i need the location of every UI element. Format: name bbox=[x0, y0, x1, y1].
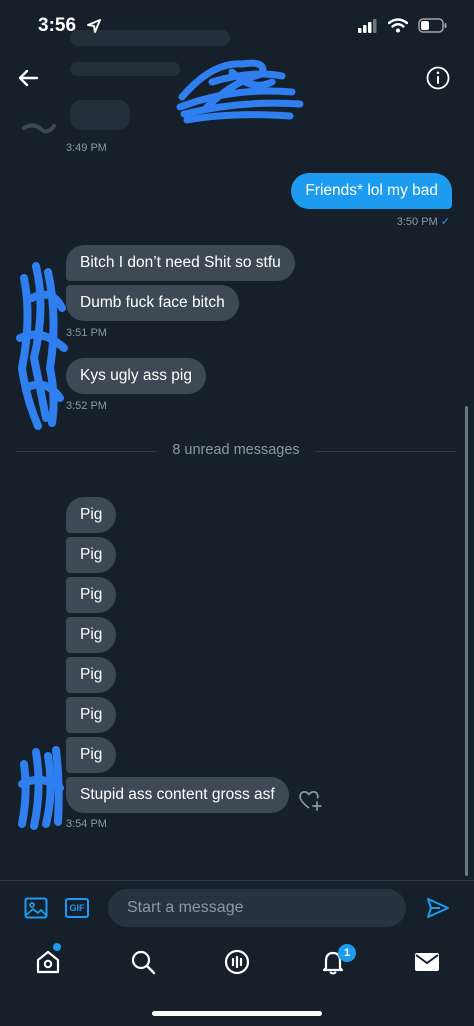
home-new-content-dot bbox=[53, 943, 61, 951]
received-message-bubble[interactable]: Pig bbox=[66, 657, 117, 693]
redacted-avatar-scribble bbox=[18, 746, 64, 830]
sent-message-status: 3:50 PM ✓ bbox=[397, 215, 450, 228]
home-indicator[interactable] bbox=[152, 1011, 322, 1016]
add-reaction-icon[interactable] bbox=[297, 788, 323, 812]
received-message-bubble[interactable]: Pig bbox=[66, 737, 117, 773]
search-icon[interactable] bbox=[129, 948, 157, 976]
home-icon[interactable] bbox=[34, 948, 62, 976]
received-message-bubble[interactable]: Kys ugly ass pig bbox=[66, 358, 206, 394]
compose-bar: GIF Start a message bbox=[0, 880, 474, 934]
received-message-bubble[interactable]: Stupid ass content gross asf bbox=[66, 777, 289, 813]
received-message-bubble[interactable]: Pig bbox=[66, 697, 117, 733]
message-timestamp: 3:52 PM bbox=[66, 400, 107, 412]
unread-label: 8 unread messages bbox=[172, 442, 300, 458]
messages-icon[interactable] bbox=[413, 948, 441, 976]
received-message-bubble[interactable]: Pig bbox=[66, 497, 117, 533]
arrow-left-icon[interactable] bbox=[16, 66, 40, 90]
notifications-badge: 1 bbox=[338, 944, 356, 962]
cellular-signal-icon bbox=[358, 18, 377, 33]
message-timestamp: 3:50 PM bbox=[396, 216, 438, 228]
message-input[interactable]: Start a message bbox=[108, 889, 406, 927]
message-timestamp: 3:54 PM bbox=[66, 818, 107, 830]
info-icon[interactable] bbox=[426, 66, 450, 90]
redacted-avatar-scribble bbox=[16, 262, 68, 430]
send-icon[interactable] bbox=[426, 897, 450, 919]
received-message-bubble[interactable]: Pig bbox=[66, 537, 117, 573]
spaces-icon[interactable] bbox=[223, 948, 251, 976]
redacted-avatar-scribble bbox=[176, 59, 304, 124]
battery-icon bbox=[418, 18, 447, 33]
received-message-bubble[interactable]: Dumb fuck face bitch bbox=[66, 285, 239, 321]
image-icon[interactable] bbox=[24, 897, 48, 919]
gif-button[interactable]: GIF bbox=[65, 898, 89, 918]
status-icons bbox=[358, 18, 448, 33]
received-message-bubble[interactable]: Pig bbox=[66, 577, 117, 613]
conversation-header bbox=[0, 52, 474, 130]
sent-message-bubble[interactable]: Friends* lol my bad bbox=[291, 173, 452, 209]
redacted-avatar-scribble bbox=[22, 123, 56, 134]
received-message-bubble[interactable]: Bitch I don’t need Shit so stfu bbox=[66, 245, 295, 281]
unread-divider: 8 unread messages bbox=[16, 440, 456, 462]
read-check-icon: ✓ bbox=[440, 216, 450, 228]
wifi-icon bbox=[388, 18, 408, 33]
scrollbar[interactable] bbox=[465, 406, 468, 876]
message-timestamp: 3:49 PM bbox=[66, 142, 107, 154]
message-timestamp: 3:51 PM bbox=[66, 327, 107, 339]
received-message-bubble[interactable]: Pig bbox=[66, 617, 117, 653]
